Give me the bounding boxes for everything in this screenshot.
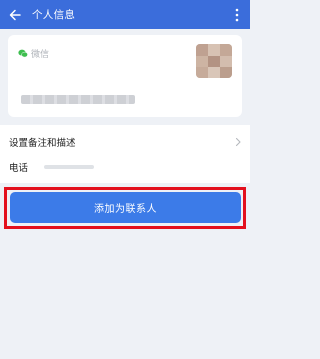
profile-card: 微信 xyxy=(8,35,242,117)
title-bar: 个人信息 xyxy=(0,0,250,29)
arrow-left-icon xyxy=(9,9,21,20)
set-remark-label: 设置备注和描述 xyxy=(9,138,76,149)
set-remark-row[interactable]: 设置备注和描述 xyxy=(0,129,250,155)
blurred-phone-number xyxy=(44,165,95,169)
page-title: 个人信息 xyxy=(32,9,76,21)
wechat-icon xyxy=(18,49,28,58)
blurred-nickname xyxy=(21,95,135,104)
phone-row: 电话 xyxy=(0,154,250,180)
source-label: 微信 xyxy=(31,50,50,60)
back-button[interactable] xyxy=(2,0,28,29)
source-tag: 微信 xyxy=(18,47,49,60)
info-section: 设置备注和描述 电话 xyxy=(0,125,250,183)
chevron-right-icon xyxy=(235,137,241,147)
more-options-button[interactable] xyxy=(230,0,244,29)
phone-label: 电话 xyxy=(9,163,29,174)
more-vertical-icon xyxy=(235,8,239,21)
add-contact-button[interactable]: 添加为联系人 xyxy=(10,192,241,223)
avatar[interactable] xyxy=(196,44,232,78)
